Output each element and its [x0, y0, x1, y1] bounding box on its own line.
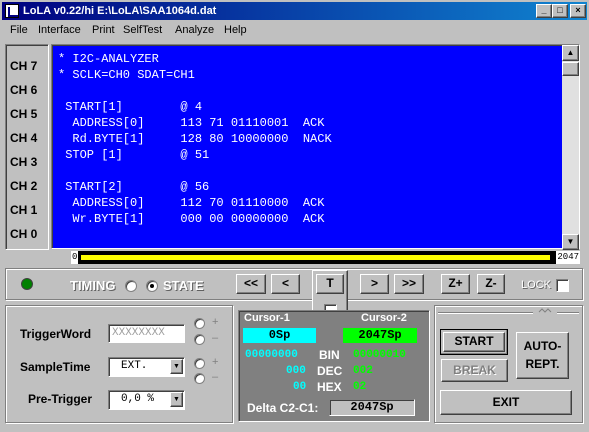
break-button[interactable]: BREAK [441, 359, 508, 382]
dec-label: DEC [317, 364, 343, 378]
sample-plus-radio[interactable] [194, 358, 205, 369]
cursor2-dec: 002 [353, 365, 373, 377]
zoom-out-button[interactable]: Z- [477, 274, 505, 294]
exit-button[interactable]: EXIT [440, 390, 572, 415]
scroll-down-button[interactable]: ▼ [562, 234, 579, 250]
bin-label: BIN [319, 348, 340, 362]
trigger-button[interactable]: T [316, 274, 344, 294]
chevron-down-icon[interactable]: ▼ [170, 359, 183, 374]
channel-list [5, 44, 49, 250]
sample-time-label: SampleTime [20, 360, 91, 374]
channel-label[interactable]: CH 6 [10, 83, 37, 97]
state-radio[interactable] [146, 280, 158, 292]
close-button[interactable]: × [570, 4, 586, 18]
output-line: ADDRESS[0] 113 71 01110001 ACK [58, 116, 325, 130]
pre-trigger-value: 0,0 % [121, 393, 155, 405]
output-line: * SCLK=CH0 SDAT=CH1 [58, 68, 195, 82]
output-line: START[1] @ 4 [58, 100, 203, 114]
panel-divider [557, 312, 579, 314]
timing-label: TIMING [70, 278, 116, 293]
lock-checkbox[interactable] [556, 279, 569, 292]
menu-file[interactable]: File [10, 24, 28, 36]
output-line: START[2] @ 56 [58, 180, 210, 194]
chevron-down-icon[interactable]: ▼ [170, 392, 183, 407]
channel-label[interactable]: CH 5 [10, 107, 37, 121]
analyzer-output[interactable]: * I2C-ANALYZER * SCLK=CH0 SDAT=CH1 START… [51, 44, 580, 250]
position-track[interactable] [81, 255, 550, 260]
trigger-word-field[interactable]: XXXXXXXX [108, 324, 185, 343]
output-line: ADDRESS[0] 112 70 01110000 ACK [58, 196, 325, 210]
channel-label[interactable]: CH 2 [10, 179, 37, 193]
position-end: 2047 [556, 251, 580, 264]
menu-bar: File Interface Print SelfTest Analyze He… [2, 21, 587, 40]
sample-time-select[interactable]: EXT. ▼ [108, 357, 185, 377]
pre-trigger-label: Pre-Trigger [28, 392, 93, 406]
first-button[interactable]: << [236, 274, 266, 294]
cursor2-value[interactable]: 2047Sp [343, 328, 417, 343]
app-icon[interactable] [5, 4, 19, 18]
scroll-up-button[interactable]: ▲ [562, 45, 579, 61]
sample-time-value: EXT. [121, 360, 148, 372]
last-button[interactable]: >> [394, 274, 424, 294]
cursor2-label: Cursor-2 [361, 312, 407, 324]
connector-icon [538, 306, 554, 316]
start-button-face[interactable]: START [443, 332, 505, 352]
delta-label: Delta C2-C1: [247, 401, 319, 415]
cursor2-bin: 00000010 [353, 349, 406, 361]
status-led-icon [21, 278, 33, 290]
state-label: STATE [163, 278, 204, 293]
timing-radio[interactable] [125, 280, 137, 292]
auto-repeat-line1: AUTO- [523, 339, 562, 353]
plus-label: + [212, 356, 219, 368]
prev-button[interactable]: < [271, 274, 300, 294]
cursor2-hex: 02 [353, 381, 367, 393]
next-button[interactable]: > [360, 274, 389, 294]
minus-label: – [212, 332, 219, 344]
sample-minus-radio[interactable] [194, 373, 205, 384]
minimize-button[interactable]: _ [536, 4, 552, 18]
plus-label: + [212, 316, 219, 328]
output-line: Wr.BYTE[1] 000 00 00000000 ACK [58, 212, 325, 226]
window-title: LoLA v0.22/hi E:\LoLA\SAA1064d.dat [23, 5, 217, 17]
cursor1-dec: 000 [286, 365, 306, 377]
menu-help[interactable]: Help [224, 24, 247, 36]
trigger-plus-radio[interactable] [194, 318, 205, 329]
trigger-word-label: TriggerWord [20, 327, 92, 341]
title-bar[interactable]: LoLA v0.22/hi E:\LoLA\SAA1064d.dat _ □ × [2, 2, 587, 20]
pre-trigger-select[interactable]: 0,0 % ▼ [108, 390, 185, 410]
zoom-in-button[interactable]: Z+ [441, 274, 470, 294]
auto-repeat-line2: REPT. [525, 357, 560, 371]
minus-label: – [212, 371, 219, 383]
menu-interface[interactable]: Interface [38, 24, 81, 36]
panel-divider [438, 312, 533, 314]
cursor-panel: Cursor-1 Cursor-2 0Sp 2047Sp 00000000 BI… [238, 310, 430, 422]
channel-label[interactable]: CH 1 [10, 203, 37, 217]
position-bar[interactable]: 0 2047 [71, 251, 580, 264]
start-button[interactable]: START [440, 329, 508, 355]
menu-selftest[interactable]: SelfTest [123, 24, 162, 36]
delta-value: 2047Sp [329, 399, 415, 416]
output-line: * I2C-ANALYZER [58, 52, 159, 66]
cursor1-bin: 00000000 [245, 349, 298, 361]
menu-print[interactable]: Print [92, 24, 115, 36]
menu-analyze[interactable]: Analyze [175, 24, 214, 36]
vertical-scrollbar[interactable]: ▲ ▼ [562, 45, 579, 250]
cursor1-label: Cursor-1 [244, 312, 290, 324]
cursor1-value[interactable]: 0Sp [243, 328, 316, 343]
channel-label[interactable]: CH 4 [10, 131, 37, 145]
channel-label[interactable]: CH 3 [10, 155, 37, 169]
channel-label[interactable]: CH 7 [10, 59, 37, 73]
channel-label[interactable]: CH 0 [10, 227, 37, 241]
scroll-thumb[interactable] [562, 62, 579, 76]
cursor1-hex: 00 [293, 381, 307, 393]
output-line: STOP [1] @ 51 [58, 148, 210, 162]
output-line: Rd.BYTE[1] 128 80 10000000 NACK [58, 132, 332, 146]
trigger-minus-radio[interactable] [194, 334, 205, 345]
hex-label: HEX [317, 380, 342, 394]
auto-repeat-button[interactable]: AUTO- REPT. [516, 332, 569, 379]
maximize-button[interactable]: □ [552, 4, 568, 18]
position-start: 0 [71, 251, 79, 264]
lock-label: LOCK [521, 279, 551, 291]
